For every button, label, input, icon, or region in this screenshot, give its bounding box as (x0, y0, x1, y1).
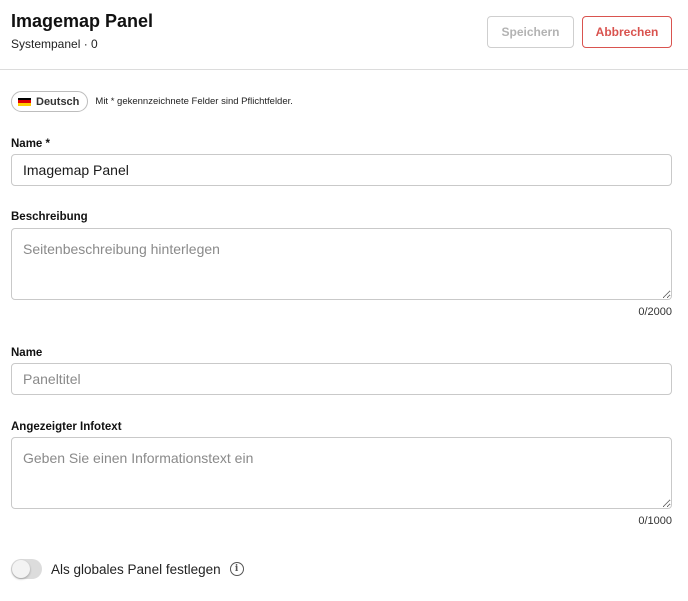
language-label: Deutsch (36, 95, 80, 108)
flag-de-icon (18, 97, 31, 106)
save-button[interactable]: Speichern (487, 16, 574, 48)
info-text-counter: 0/1000 (638, 515, 672, 527)
global-panel-row: Als globales Panel festlegen i (11, 558, 244, 580)
info-text-textarea[interactable] (11, 437, 672, 509)
global-panel-toggle[interactable] (11, 559, 42, 579)
info-text-label: Angezeigter Infotext (11, 421, 122, 433)
panel-header: Imagemap Panel Systempanel · 0 Speichern… (0, 0, 688, 70)
panel-title-input[interactable] (11, 363, 672, 395)
required-fields-note: Mit * gekennzeichnete Felder sind Pflich… (95, 96, 293, 107)
global-panel-label: Als globales Panel festlegen (51, 561, 221, 577)
language-selector[interactable]: Deutsch (11, 91, 89, 112)
description-counter: 0/2000 (638, 306, 672, 318)
description-textarea[interactable] (11, 228, 672, 300)
language-row: Deutsch Mit * gekennzeichnete Felder sin… (11, 91, 293, 112)
toggle-knob (12, 560, 30, 578)
page-title: Imagemap Panel (11, 11, 154, 31)
name-input[interactable] (11, 154, 672, 186)
panel-title-label: Name (11, 347, 43, 359)
description-label: Beschreibung (11, 211, 88, 223)
info-icon[interactable]: i (229, 562, 244, 576)
name-label: Name * (11, 138, 50, 150)
page-subtitle: Systempanel · 0 (11, 37, 98, 51)
cancel-button[interactable]: Abbrechen (582, 16, 672, 48)
